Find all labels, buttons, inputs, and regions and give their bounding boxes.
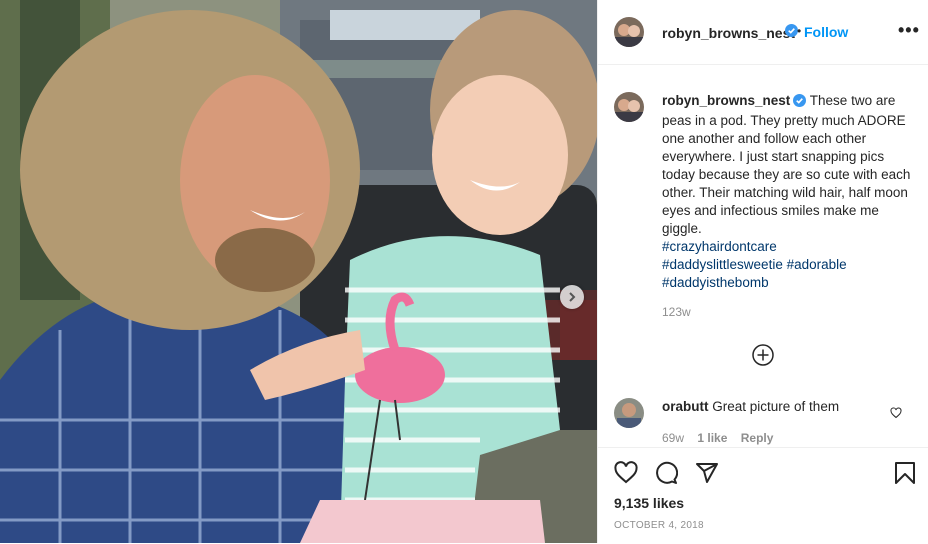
- hashtag-link[interactable]: #daddyslittlesweetie: [662, 257, 783, 272]
- caption-username[interactable]: robyn_browns_nest: [662, 93, 790, 108]
- caption-avatar[interactable]: [614, 92, 644, 122]
- heart-icon: [890, 407, 902, 419]
- plus-circle-icon: [752, 344, 774, 366]
- paper-plane-icon: [696, 463, 718, 483]
- comment-icon: [656, 461, 679, 484]
- commenter-avatar[interactable]: [614, 398, 644, 428]
- next-photo-button[interactable]: [560, 285, 584, 309]
- photo-illustration: [0, 0, 597, 543]
- avatar-image: [614, 17, 644, 47]
- hashtag-link[interactable]: #daddyisthebomb: [662, 275, 769, 290]
- like-button[interactable]: [614, 461, 638, 490]
- follow-button[interactable]: Follow: [804, 24, 848, 40]
- load-more-comments-button[interactable]: [752, 344, 774, 366]
- author-username[interactable]: robyn_browns_nest: [662, 25, 795, 41]
- post-panel: robyn_browns_nest • Follow ••• robyn_bro…: [597, 0, 928, 543]
- post-photo[interactable]: [0, 0, 597, 543]
- author-avatar[interactable]: [614, 17, 644, 47]
- comment-likes[interactable]: 1 like: [697, 431, 727, 445]
- comment-text: Great picture of them: [712, 399, 840, 414]
- post-caption: robyn_browns_nest These two are peas in …: [662, 92, 914, 292]
- more-options-icon[interactable]: •••: [898, 20, 920, 41]
- comment-like-button[interactable]: [890, 406, 902, 424]
- save-button[interactable]: [894, 461, 916, 490]
- comment-reply-button[interactable]: Reply: [741, 431, 774, 445]
- post-header: robyn_browns_nest • Follow •••: [598, 0, 928, 65]
- avatar-image: [614, 92, 644, 122]
- comment-username[interactable]: orabutt: [662, 399, 709, 414]
- comment-meta: 69w 1 like Reply: [662, 431, 783, 445]
- share-button[interactable]: [695, 461, 719, 490]
- post-date[interactable]: OCTOBER 4, 2018: [614, 520, 704, 531]
- comment-item: orabutt Great picture of them: [662, 399, 839, 414]
- header-separator: •: [797, 24, 802, 38]
- caption-time-ago[interactable]: 123w: [662, 305, 691, 319]
- verified-badge-icon: [793, 94, 807, 112]
- chevron-right-icon: [569, 292, 576, 302]
- caption-text: These two are peas in a pod. They pretty…: [662, 93, 911, 236]
- hashtag-link[interactable]: #adorable: [787, 257, 847, 272]
- bookmark-icon: [895, 462, 915, 484]
- post-actions: 9,135 likes OCTOBER 4, 2018: [598, 447, 928, 544]
- likes-count[interactable]: 9,135 likes: [614, 495, 684, 511]
- comment-age[interactable]: 69w: [662, 431, 684, 445]
- heart-icon: [614, 461, 638, 484]
- comment-button[interactable]: [654, 461, 679, 490]
- hashtag-link[interactable]: #crazyhairdontcare: [662, 239, 777, 254]
- avatar-image: [614, 398, 644, 428]
